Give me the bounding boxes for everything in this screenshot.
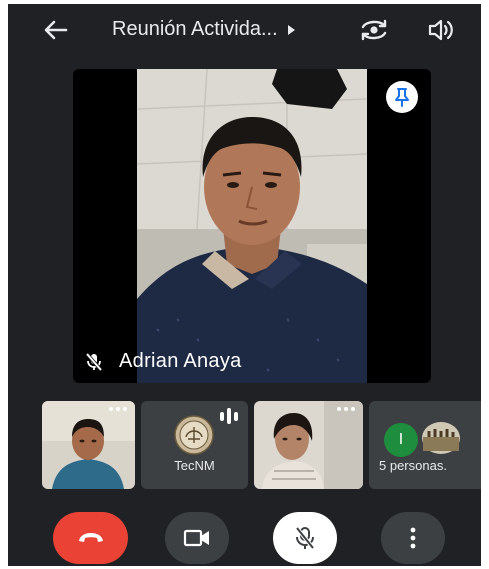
arrow-back-icon — [44, 20, 68, 40]
microphone-button[interactable] — [273, 512, 337, 564]
switch-camera-icon — [361, 19, 387, 41]
thumbnail-video — [42, 401, 135, 489]
meeting-title-button[interactable]: Reunión Activida... — [112, 18, 295, 41]
video-frame-person — [137, 69, 367, 383]
thumbnail-video — [254, 401, 363, 489]
more-options-button[interactable] — [337, 407, 355, 411]
more-vert-icon — [410, 527, 416, 549]
end-call-button[interactable] — [53, 512, 128, 564]
meeting-title: Reunión Activida... — [112, 18, 278, 40]
participant-video — [137, 69, 367, 383]
participant-thumbnail[interactable] — [254, 401, 363, 489]
pin-icon — [395, 88, 409, 107]
participant-avatar: I — [384, 423, 418, 457]
back-button[interactable] — [42, 16, 70, 44]
camera-button[interactable] — [165, 512, 229, 564]
switch-camera-button[interactable] — [358, 16, 390, 44]
participant-avatar-photo — [422, 422, 460, 454]
speaker-icon — [428, 19, 453, 41]
more-options-button[interactable] — [381, 512, 445, 564]
camera-icon — [183, 529, 209, 547]
pin-button[interactable] — [386, 81, 418, 113]
participant-name: Adrian Anaya — [119, 350, 242, 372]
participant-count: 5 personas. — [379, 458, 447, 473]
tecnm-avatar — [174, 415, 214, 455]
more-options-button[interactable] — [109, 407, 127, 411]
end-call-icon — [78, 533, 103, 542]
speaker-button[interactable] — [426, 16, 456, 44]
main-participant-label: Adrian Anaya — [85, 350, 242, 373]
speaking-indicator-icon — [220, 408, 238, 424]
mic-off-icon — [295, 526, 315, 550]
main-video-tile[interactable]: Adrian Anaya — [73, 69, 431, 383]
chevron-right-icon — [287, 24, 295, 35]
more-participants-tile[interactable]: I 5 personas. — [369, 401, 481, 489]
mic-off-icon — [85, 352, 103, 371]
top-bar: Reunión Activida... — [8, 4, 481, 56]
participant-thumbnail[interactable] — [42, 401, 135, 489]
participant-thumbnail-tecnm[interactable]: TecNM — [141, 401, 248, 489]
meet-call-screen: Reunión Activida... Adrian Anaya TecNM I… — [8, 4, 481, 566]
participant-name: TecNM — [174, 458, 215, 473]
